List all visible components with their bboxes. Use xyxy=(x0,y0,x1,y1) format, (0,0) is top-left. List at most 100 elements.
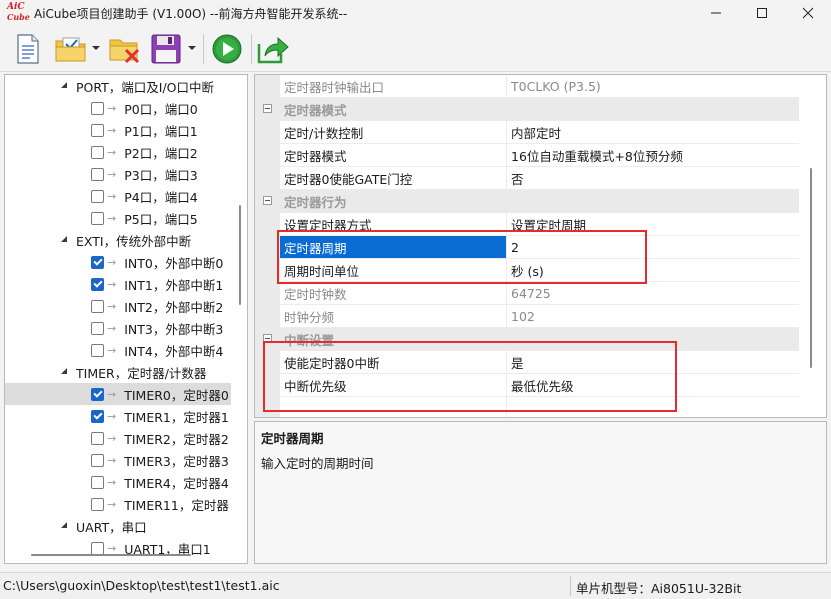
tree-item[interactable]: → INT4，外部中断4 xyxy=(5,339,231,361)
property-category[interactable]: 定时器模式 xyxy=(255,98,799,121)
property-value[interactable]: 最低优先级 xyxy=(507,374,799,397)
export-button[interactable] xyxy=(256,33,290,65)
close-project-button[interactable] xyxy=(108,33,142,65)
property-value[interactable]: 102 xyxy=(507,305,799,328)
property-value[interactable]: T0CLKO (P3.5) xyxy=(507,75,799,98)
open-folder-button[interactable] xyxy=(54,33,88,65)
maximize-button[interactable] xyxy=(739,0,785,26)
tree-group[interactable]: EXTI，传统外部中断 xyxy=(5,229,231,251)
horizontal-scrollbar[interactable] xyxy=(31,554,191,556)
floppy-disk-icon xyxy=(151,34,181,64)
chip-model: 单片机型号：Ai8051U-32Bit xyxy=(576,581,742,596)
expand-arrow-icon[interactable] xyxy=(60,522,68,530)
document-icon xyxy=(17,34,39,64)
peripheral-tree[interactable]: PORT，端口及I/O口中断 → P0口，端口0 → P1口，端口1 → P2口，端口2 → P… xyxy=(4,74,248,564)
tree-item[interactable]: → TIMER0，定时器0 xyxy=(5,383,231,405)
checkbox[interactable] xyxy=(91,145,104,159)
property-row[interactable]: 时钟分频 102 xyxy=(255,305,799,328)
checkbox[interactable] xyxy=(91,475,104,489)
open-dropdown-arrow-icon[interactable] xyxy=(92,46,100,50)
row-gutter xyxy=(255,351,280,374)
checkbox[interactable] xyxy=(91,343,104,357)
property-value[interactable]: 设置定时周期 xyxy=(507,213,799,236)
tree-item[interactable]: → P4口，端口4 xyxy=(5,185,231,207)
property-row[interactable]: 定时/计数控制 内部定时 xyxy=(255,121,799,144)
property-category[interactable]: 定时器行为 xyxy=(255,190,799,213)
checkbox[interactable] xyxy=(91,409,104,423)
checkbox[interactable] xyxy=(91,167,104,181)
tree-item[interactable]: → INT3，外部中断3 xyxy=(5,317,231,339)
expand-arrow-icon[interactable] xyxy=(60,236,68,244)
new-file-button[interactable] xyxy=(12,33,44,65)
property-value[interactable] xyxy=(507,397,799,417)
checkbox[interactable] xyxy=(91,189,104,203)
save-dropdown-arrow-icon[interactable] xyxy=(188,46,196,50)
tree-item[interactable]: → TIMER4，定时器4 xyxy=(5,471,231,493)
checkbox[interactable] xyxy=(91,387,104,401)
expand-arrow-icon[interactable] xyxy=(60,368,68,376)
run-button[interactable] xyxy=(210,33,244,65)
property-value[interactable]: 64725 xyxy=(507,282,799,305)
tree-item[interactable]: → INT0，外部中断0 xyxy=(5,251,231,273)
save-button[interactable] xyxy=(150,33,182,65)
row-gutter xyxy=(255,374,280,397)
arrow-right-icon: → xyxy=(107,145,117,159)
checkbox[interactable] xyxy=(91,123,104,137)
property-row[interactable]: 中断优先级 最低优先级 xyxy=(255,374,799,397)
property-row[interactable]: 周期时间单位秒 (s) xyxy=(255,259,799,282)
property-row[interactable]: 定时器时钟输出口 T0CLKO (P3.5) xyxy=(255,75,799,98)
property-value[interactable]: 内部定时 xyxy=(507,121,799,144)
tree-group[interactable]: TIMER，定时器/计数器 xyxy=(5,361,231,383)
property-row[interactable]: 定时时钟数 64725 xyxy=(255,282,799,305)
arrow-right-icon: → xyxy=(107,453,117,467)
collapse-icon[interactable] xyxy=(263,334,272,343)
close-button[interactable] xyxy=(785,0,831,26)
vertical-scrollbar[interactable] xyxy=(239,205,241,305)
tree-item[interactable]: → TIMER3，定时器3 xyxy=(5,449,231,471)
tree-item[interactable]: → TIMER2，定时器2 xyxy=(5,427,231,449)
checkbox[interactable] xyxy=(91,211,104,225)
tree-group[interactable]: UART，串口 xyxy=(5,515,231,537)
tree-item[interactable]: → P0口，端口0 xyxy=(5,97,231,119)
row-gutter xyxy=(255,282,280,305)
tree-item[interactable]: → INT2，外部中断2 xyxy=(5,295,231,317)
checkbox[interactable] xyxy=(91,101,104,115)
checkbox[interactable] xyxy=(91,541,104,555)
checkbox[interactable] xyxy=(91,255,104,269)
property-row[interactable]: 定时器0使能GATE门控否 xyxy=(255,167,799,190)
tree-item[interactable]: → P5口，端口5 xyxy=(5,207,231,229)
property-row[interactable] xyxy=(255,397,799,417)
tree-item[interactable]: → P2口，端口2 xyxy=(5,141,231,163)
collapse-icon[interactable] xyxy=(263,196,272,205)
tree-item[interactable]: → INT1，外部中断1 xyxy=(5,273,231,295)
property-value[interactable]: 秒 (s) xyxy=(507,259,799,282)
property-category[interactable]: 中断设置 xyxy=(255,328,799,351)
arrow-right-icon: → xyxy=(107,123,117,137)
vertical-scrollbar[interactable] xyxy=(810,168,812,368)
property-row[interactable]: 定时器模式 16位自动重载模式+8位预分频 xyxy=(255,144,799,167)
property-value[interactable]: 否 xyxy=(507,167,799,190)
property-name: 中断优先级 xyxy=(280,374,507,397)
checkbox[interactable] xyxy=(91,299,104,313)
collapse-icon[interactable] xyxy=(263,104,272,113)
arrow-right-icon: → xyxy=(107,299,117,313)
tree-item[interactable]: → TIMER11，定时器 xyxy=(5,493,231,515)
property-value[interactable]: 16位自动重载模式+8位预分频 xyxy=(507,144,799,167)
checkbox[interactable] xyxy=(91,321,104,335)
checkbox[interactable] xyxy=(91,453,104,467)
minimize-button[interactable] xyxy=(693,0,739,26)
checkbox[interactable] xyxy=(91,497,104,511)
property-value[interactable]: 2 xyxy=(507,236,799,259)
expand-arrow-icon[interactable] xyxy=(60,82,68,90)
tree-item[interactable]: → P1口，端口1 xyxy=(5,119,231,141)
property-grid[interactable]: 定时器时钟输出口 T0CLKO (P3.5) 定时器模式 定时/计数控制 内部定时 定时器… xyxy=(254,74,827,418)
property-row[interactable]: 定时器周期 2 xyxy=(255,236,799,259)
tree-item[interactable]: → P3口，端口3 xyxy=(5,163,231,185)
checkbox[interactable] xyxy=(91,431,104,445)
tree-item[interactable]: → TIMER1，定时器1 xyxy=(5,405,231,427)
property-row[interactable]: 使能定时器0中断是 xyxy=(255,351,799,374)
property-row[interactable]: 设置定时器方式 设置定时周期 xyxy=(255,213,799,236)
tree-group[interactable]: PORT，端口及I/O口中断 xyxy=(5,75,231,97)
checkbox[interactable] xyxy=(91,277,104,291)
property-value[interactable]: 是 xyxy=(507,351,799,374)
